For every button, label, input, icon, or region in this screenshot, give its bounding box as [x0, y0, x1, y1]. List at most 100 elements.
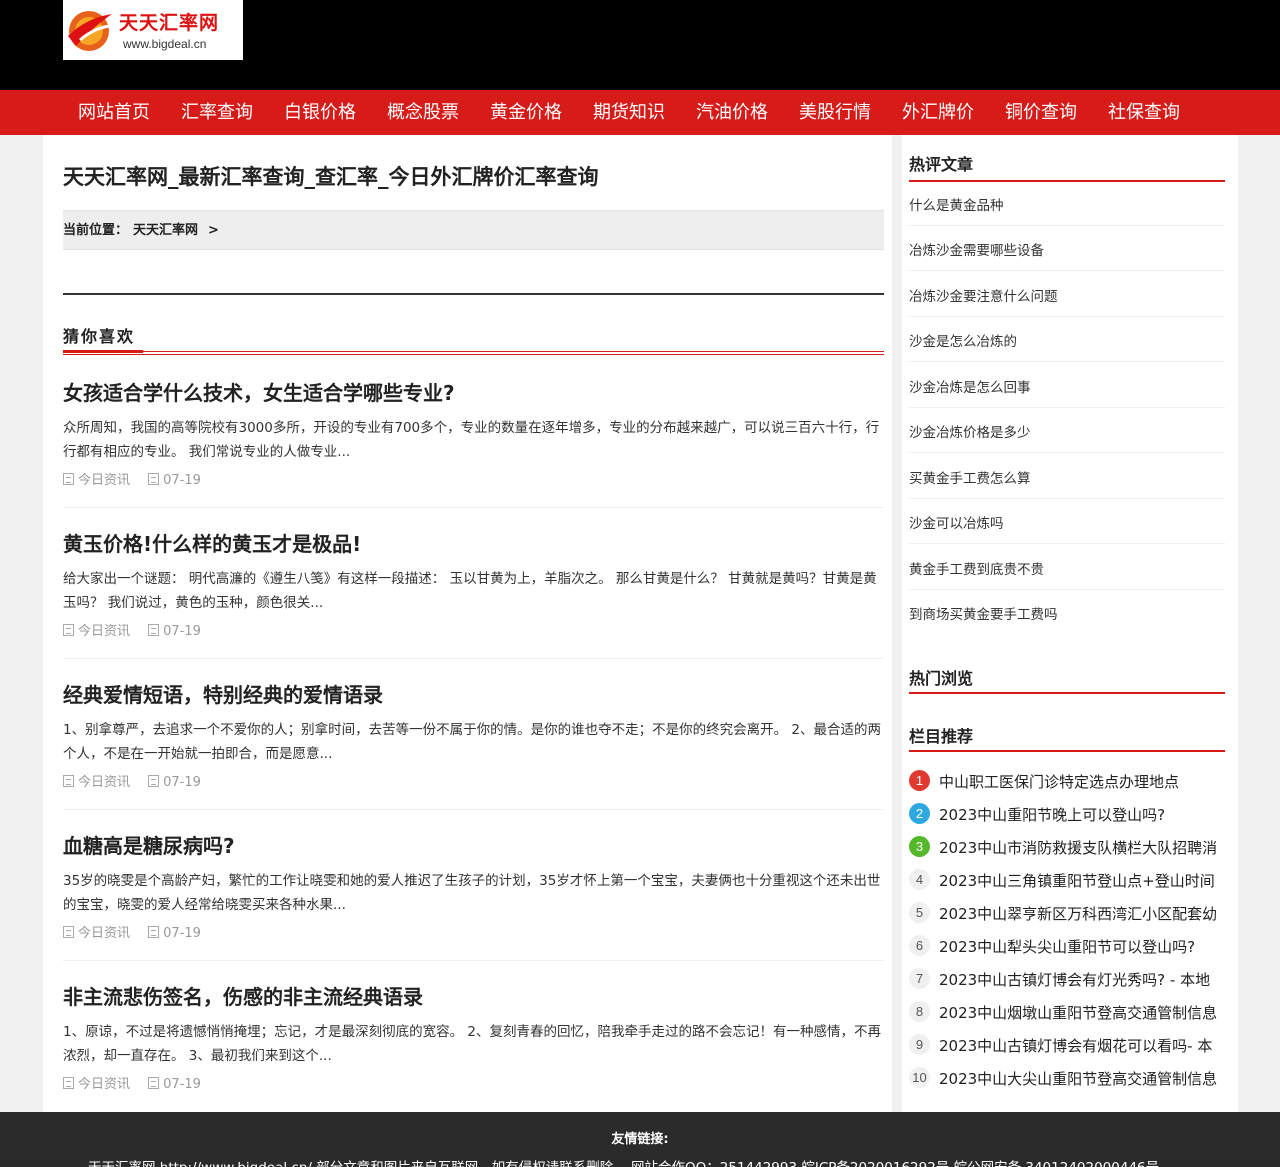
- rank-badge: 7: [909, 968, 930, 989]
- hot-comment-label: 沙金可以冶炼吗: [909, 516, 1004, 532]
- main-content: 天天汇率网_最新汇率查询_查汇率_今日外汇牌价汇率查询 当前位置： 天天汇率网 …: [43, 135, 892, 1112]
- category-icon: [63, 1077, 74, 1089]
- rank-badge: 1: [909, 770, 930, 791]
- column-item-label: 2023中山犁头尖山重阳节可以登山吗?: [939, 938, 1196, 956]
- nav-item-stocks[interactable]: 概念股票: [376, 90, 470, 135]
- nav-item-futures[interactable]: 期货知识: [582, 90, 676, 135]
- article-category[interactable]: 今日资讯: [78, 473, 130, 488]
- rank-badge: 3: [909, 836, 930, 857]
- hot-comment-link[interactable]: 到商场买黄金要手工费吗: [909, 590, 1225, 635]
- nav-item-rates[interactable]: 汇率查询: [170, 90, 264, 135]
- section-underline: [63, 351, 884, 355]
- column-item[interactable]: 2 2023中山重阳节晚上可以登山吗?: [909, 798, 1229, 831]
- column-item-label: 2023中山烟墩山重阳节登高交通管制信息: [939, 1004, 1218, 1022]
- article-summary: 众所周知，我国的高等院校有3000多所，开设的专业有700多个，专业的数量在逐年…: [63, 420, 880, 460]
- column-item[interactable]: 9 2023中山古镇灯博会有烟花可以看吗- 本: [909, 1029, 1229, 1062]
- article-date: 07-19: [163, 624, 201, 639]
- article-title[interactable]: 黄玉价格!什么样的黄玉才是极品!: [63, 528, 361, 557]
- column-item-label: 2023中山翠亨新区万科西湾汇小区配套幼: [939, 905, 1218, 923]
- hot-comment-link[interactable]: 沙金冶炼价格是多少: [909, 408, 1225, 453]
- article-date: 07-19: [163, 926, 201, 941]
- article-summary: 1、原谅，不过是将遗憾悄悄掩埋；忘记，才是最深刻彻底的宽容。 2、复刻青春的回忆…: [63, 1024, 881, 1064]
- rank-badge: 4: [909, 869, 930, 890]
- article-category[interactable]: 今日资讯: [78, 624, 130, 639]
- column-item-label: 2023中山三角镇重阳节登山点+登山时间: [939, 872, 1215, 890]
- nav-item-home[interactable]: 网站首页: [67, 90, 161, 135]
- breadcrumb-separator: >: [208, 223, 219, 238]
- hot-comment-label: 沙金冶炼是怎么回事: [909, 380, 1031, 396]
- article-summary: 1、别拿尊严，去追求一个不爱你的人；别拿时间，去苦等一份不属于你的情。是你的谁也…: [63, 722, 881, 762]
- top-header: 天天汇率网 www.bigdeal.cn: [0, 0, 1280, 90]
- article-meta: 今日资讯 07-19: [63, 469, 201, 488]
- calendar-icon: [148, 624, 160, 636]
- hot-comment-link[interactable]: 沙金是怎么冶炼的: [909, 317, 1225, 362]
- rank-badge: 8: [909, 1001, 930, 1022]
- article-summary: 给大家出一个谜题： 明代高濂的《遵生八笺》有这样一段描述： 玉以甘黄为上，羊脂次…: [63, 571, 877, 611]
- article-divider: [63, 658, 884, 659]
- logo-url: www.bigdeal.cn: [123, 37, 207, 51]
- article-category[interactable]: 今日资讯: [78, 775, 130, 790]
- nav-item-gold[interactable]: 黄金价格: [479, 90, 573, 135]
- sidebar-title-hot-comments: 热评文章: [909, 155, 974, 174]
- nav-item-gasoline[interactable]: 汽油价格: [685, 90, 779, 135]
- article-title[interactable]: 非主流悲伤签名，伤感的非主流经典语录: [63, 981, 423, 1010]
- logo-title: 天天汇率网: [119, 12, 220, 34]
- logo-emblem-icon: [68, 11, 112, 51]
- sidebar: 热评文章 什么是黄金品种 冶炼沙金需要哪些设备 冶炼沙金要注意什么问题 沙金是怎…: [902, 135, 1238, 1112]
- article-category[interactable]: 今日资讯: [78, 1077, 130, 1092]
- category-icon: [63, 473, 74, 485]
- hot-comment-link[interactable]: 黄金手工费到底贵不贵: [909, 545, 1225, 590]
- rank-badge: 10: [909, 1067, 930, 1088]
- hot-comment-label: 到商场买黄金要手工费吗: [909, 607, 1058, 623]
- column-item-label: 2023中山重阳节晚上可以登山吗?: [939, 806, 1166, 824]
- hot-comment-link[interactable]: 买黄金手工费怎么算: [909, 454, 1225, 499]
- breadcrumb-home-link[interactable]: 天天汇率网: [133, 211, 198, 251]
- article-title[interactable]: 血糖高是糖尿病吗?: [63, 830, 235, 859]
- article-date: 07-19: [163, 473, 201, 488]
- section-title-recommend: 猜你喜欢: [63, 327, 136, 346]
- section-underline-accent: [63, 350, 143, 353]
- hot-comment-link[interactable]: 冶炼沙金需要哪些设备: [909, 226, 1225, 271]
- hot-comment-link[interactable]: 沙金可以冶炼吗: [909, 499, 1225, 544]
- calendar-icon: [148, 926, 160, 938]
- nav-item-silver[interactable]: 白银价格: [273, 90, 367, 135]
- calendar-icon: [148, 1077, 160, 1089]
- footer-copyright: 天天汇率网 http://www.bigdeal.cn/ 部分文章和图片来自互联…: [88, 1156, 1159, 1167]
- divider: [63, 293, 884, 295]
- hot-comment-label: 沙金是怎么冶炼的: [909, 334, 1017, 350]
- nav-item-social-security[interactable]: 社保查询: [1097, 90, 1191, 135]
- column-item-label: 2023中山市消防救援支队横栏大队招聘消: [939, 839, 1218, 857]
- site-logo[interactable]: 天天汇率网 www.bigdeal.cn: [63, 0, 243, 60]
- breadcrumb: 当前位置： 天天汇率网 >: [63, 210, 884, 250]
- article-title[interactable]: 经典爱情短语，特别经典的爱情语录: [63, 679, 383, 708]
- article-meta: 今日资讯 07-19: [63, 1073, 201, 1092]
- nav-item-us-stocks[interactable]: 美股行情: [788, 90, 882, 135]
- column-item[interactable]: 6 2023中山犁头尖山重阳节可以登山吗?: [909, 930, 1229, 963]
- column-item[interactable]: 1 中山职工医保门诊特定选点办理地点: [909, 765, 1229, 798]
- breadcrumb-prefix: 当前位置：: [63, 223, 129, 238]
- article-divider: [63, 809, 884, 810]
- rank-badge: 9: [909, 1034, 930, 1055]
- hot-comment-link[interactable]: 沙金冶炼是怎么回事: [909, 363, 1225, 408]
- column-item[interactable]: 7 2023中山古镇灯博会有灯光秀吗? - 本地: [909, 963, 1229, 996]
- article-summary: 35岁的晓雯是个高龄产妇，繁忙的工作让晓雯和她的爱人推迟了生孩子的计划，35岁才…: [63, 873, 881, 913]
- hot-comment-label: 买黄金手工费怎么算: [909, 471, 1031, 487]
- column-item[interactable]: 3 2023中山市消防救援支队横栏大队招聘消: [909, 831, 1229, 864]
- nav-item-forex[interactable]: 外汇牌价: [891, 90, 985, 135]
- sidebar-title-underline: [909, 750, 1225, 752]
- article-meta: 今日资讯 07-19: [63, 620, 201, 639]
- article-category[interactable]: 今日资讯: [78, 926, 130, 941]
- category-icon: [63, 624, 74, 636]
- site-footer: 友情链接: 天天汇率网 http://www.bigdeal.cn/ 部分文章和…: [0, 1112, 1280, 1167]
- article-title[interactable]: 女孩适合学什么技术，女生适合学哪些专业?: [63, 377, 455, 406]
- calendar-icon: [148, 775, 160, 787]
- column-item[interactable]: 8 2023中山烟墩山重阳节登高交通管制信息: [909, 996, 1229, 1029]
- column-item[interactable]: 10 2023中山大尖山重阳节登高交通管制信息: [909, 1062, 1229, 1095]
- article-divider: [63, 960, 884, 961]
- hot-comment-link[interactable]: 什么是黄金品种: [909, 181, 1225, 226]
- column-item[interactable]: 5 2023中山翠亨新区万科西湾汇小区配套幼: [909, 897, 1229, 930]
- hot-comment-link[interactable]: 冶炼沙金要注意什么问题: [909, 272, 1225, 317]
- column-item-label: 2023中山古镇灯博会有灯光秀吗? - 本地: [939, 971, 1211, 989]
- column-item[interactable]: 4 2023中山三角镇重阳节登山点+登山时间: [909, 864, 1229, 897]
- nav-item-copper[interactable]: 铜价查询: [994, 90, 1088, 135]
